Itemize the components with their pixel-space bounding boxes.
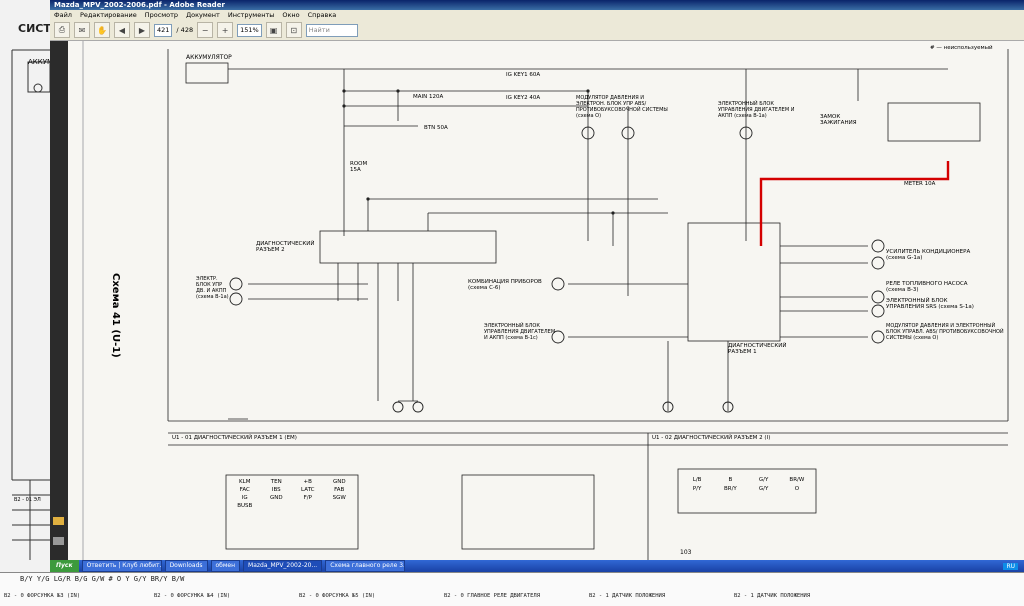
- battery-label: АККУМУЛЯТОР: [186, 54, 232, 61]
- page-total: / 428: [176, 26, 194, 34]
- menu-bar: Файл Редактирование Просмотр Документ Ин…: [50, 10, 1024, 20]
- diagram-vertical-label: Схема 41 (U-1): [110, 273, 121, 358]
- language-indicator[interactable]: RU: [1003, 562, 1018, 570]
- zoom-in-icon[interactable]: +: [217, 22, 234, 38]
- background-diagram: [11, 49, 50, 560]
- connector-1-pinout: KLM TEN +B GND FAC IBS LATC FAB IG GND F…: [230, 479, 354, 509]
- prev-page-icon[interactable]: ◀: [114, 22, 130, 38]
- ecu-top-label: ЭЛЕКТРОННЫЙ БЛОК УПРАВЛЕНИЯ ДВИГАТЕЛЕМ И…: [718, 101, 795, 119]
- wiring-diagram: [82, 41, 1009, 561]
- pin: SGW: [332, 495, 346, 501]
- navigation-panel: [50, 41, 68, 561]
- meter-fuse-label: METER 10A: [904, 181, 936, 187]
- room-fuse-label: ROOM 15A: [350, 161, 368, 173]
- diag-connector-2-label: ДИАГНОСТИЧЕСКИЙ РАЗЪЕМ 2: [256, 241, 315, 253]
- ac-amplifier-label: УСИЛИТЕЛЬ КОНДИЦИОНЕРА (схема G-1a): [886, 249, 971, 261]
- pin: L/B: [692, 477, 702, 483]
- bottom-cell: B2 - 1 ДАТЧИК ПОЛОЖЕНИЯ: [734, 593, 811, 599]
- wire-color-row: B/Y Y/G LG/R B/G G/W # O Y G/Y BR/Y B/W: [20, 575, 185, 583]
- menu-file[interactable]: Файл: [54, 10, 72, 20]
- bookmarks-icon[interactable]: [53, 517, 64, 525]
- pin: G/Y: [758, 477, 769, 483]
- abs-module-label: МОДУЛЯТОР ДАВЛЕНИЯ И ЭЛЕКТРОН. БЛОК УПР …: [576, 95, 668, 119]
- bottom-cell: B2 - 0 ФОРСУНКА №5 (IN): [299, 593, 376, 599]
- cluster-label: КОМБИНАЦИЯ ПРИБОРОВ (схема C-6): [468, 279, 542, 291]
- next-page-icon[interactable]: ▶: [134, 22, 150, 38]
- pin: TEN: [270, 479, 282, 485]
- fuel-relay-label: РЕЛЕ ТОПЛИВНОГО НАСОСА (схема B-3): [886, 281, 968, 293]
- taskbar-item[interactable]: Downloads: [164, 560, 208, 572]
- menu-help[interactable]: Справка: [308, 10, 337, 20]
- bottom-cell: B2 - 0 ФОРСУНКА №3 (IN): [4, 593, 81, 599]
- pin: GND: [332, 479, 346, 485]
- srs-label: ЭЛЕКТРОННЫЙ БЛОК УПРАВЛЕНИЯ SRS (схема S…: [886, 298, 974, 310]
- pin: IG: [241, 495, 248, 501]
- background-side-label: B2 - 01 ЭЛ: [14, 497, 41, 503]
- pin: IBS: [271, 487, 281, 493]
- bottom-cells: B2 - 0 ФОРСУНКА №3 (IN) B2 - 0 ФОРСУНКА …: [0, 593, 1024, 599]
- btn-fuse-label: BTN 50A: [424, 125, 448, 131]
- fit-page-icon[interactable]: ⊡: [285, 22, 302, 38]
- taskbar-item[interactable]: Ответить | Клуб любит...: [81, 560, 162, 572]
- zoom-select[interactable]: 151%: [237, 23, 262, 37]
- diagram-legend: # — неиспользуемый: [930, 45, 993, 51]
- pin: FAB: [334, 487, 345, 493]
- zoom-out-icon[interactable]: −: [197, 22, 214, 38]
- ig-key2-label: IG KEY2 40A: [506, 95, 541, 101]
- menu-edit[interactable]: Редактирование: [80, 10, 137, 20]
- diag-connector-1-label: ДИАГНОСТИЧЕСКИЙ РАЗЪЕМ 1: [728, 343, 787, 355]
- ignition-lock-label: ЗАМОК ЗАЖИГАНИЯ: [820, 114, 857, 126]
- bottom-cell: B2 - 1 ДАТЧИК ПОЛОЖЕНИЯ: [589, 593, 666, 599]
- print-icon[interactable]: ⎙: [54, 22, 70, 38]
- pin: G/Y: [758, 486, 769, 492]
- email-icon[interactable]: ✉: [74, 22, 90, 38]
- pin: LATC: [301, 487, 315, 493]
- connector-2-title: U1 - 02 ДИАГНОСТИЧЕСКИЙ РАЗЪЕМ 2 (I): [652, 435, 771, 441]
- ecu-left-label: ЭЛЕКТР. БЛОК УПР ДВ. И АКПП (схема B-1a): [196, 276, 229, 300]
- ecu-bottom-label: ЭЛЕКТРОННЫЙ БЛОК УПРАВЛЕНИЯ ДВИГАТЕЛЕМ И…: [484, 323, 556, 341]
- start-button[interactable]: Пуск: [50, 560, 79, 572]
- save-icon[interactable]: ▣: [265, 22, 282, 38]
- page-number-input[interactable]: 421: [154, 23, 173, 37]
- menu-document[interactable]: Документ: [186, 10, 220, 20]
- pin: BR/Y: [723, 486, 737, 492]
- abs-right-label: МОДУЛЯТОР ДАВЛЕНИЯ И ЭЛЕКТРОННЫЙ БЛОК УП…: [886, 323, 1004, 341]
- menu-tools[interactable]: Инструменты: [228, 10, 275, 20]
- pin: O: [794, 486, 800, 492]
- taskbar: Пуск Ответить | Клуб любит... Downloads …: [50, 560, 1024, 572]
- pin: BR/W: [789, 477, 805, 483]
- menu-window[interactable]: Окно: [282, 10, 299, 20]
- pin: BUSB: [237, 503, 253, 509]
- taskbar-item-active[interactable]: Mazda_MPV_2002-20...: [243, 560, 323, 572]
- pdf-page: Схема 41 (U-1) # — неиспользуемый АККУМУ…: [68, 41, 1024, 561]
- connector-2-pinout: L/B B G/Y BR/W P/Y BR/Y G/Y O: [682, 477, 812, 492]
- ig-key1-label: IG KEY1 60A: [506, 72, 541, 78]
- hand-tool-icon[interactable]: ✋: [94, 22, 110, 38]
- pin: GND: [269, 495, 283, 501]
- highlighted-wire: [759, 161, 950, 246]
- connector-1-title: U1 - 01 ДИАГНОСТИЧЕСКИЙ РАЗЪЕМ 1 (EM): [172, 435, 297, 441]
- toolbar: ⎙ ✉ ✋ ◀ ▶ 421 / 428 − + 151% ▣ ⊡ Найти: [50, 20, 1024, 41]
- attachments-icon[interactable]: [53, 537, 64, 545]
- bottom-cell: B2 - 0 ФОРСУНКА №4 (IN): [154, 593, 231, 599]
- bottom-cell: B2 - 0 ГЛАВНОЕ РЕЛЕ ДВИГАТЕЛЯ: [444, 593, 541, 599]
- taskbar-item[interactable]: Схема главного реле 3...: [325, 560, 406, 572]
- pin: B: [728, 477, 733, 483]
- window-title: Mazda_MPV_2002-2006.pdf - Adobe Reader: [50, 0, 1024, 10]
- pin: P/Y: [692, 486, 702, 492]
- pin: F/P: [303, 495, 312, 501]
- taskbar-item[interactable]: обмен: [210, 560, 241, 572]
- menu-view[interactable]: Просмотр: [145, 10, 178, 20]
- pin: FAC: [239, 487, 250, 493]
- search-input[interactable]: Найти: [305, 23, 358, 37]
- pin: +B: [303, 479, 312, 485]
- page-number: 103: [680, 549, 692, 556]
- pin: KLM: [239, 479, 251, 485]
- background-window: СИСТ АККУМ B2 - 01 ЭЛ: [0, 0, 53, 605]
- background-table: B/Y Y/G LG/R B/G G/W # O Y G/Y BR/Y B/W …: [0, 572, 1024, 606]
- main-fuse-label: MAIN 120A: [413, 94, 444, 100]
